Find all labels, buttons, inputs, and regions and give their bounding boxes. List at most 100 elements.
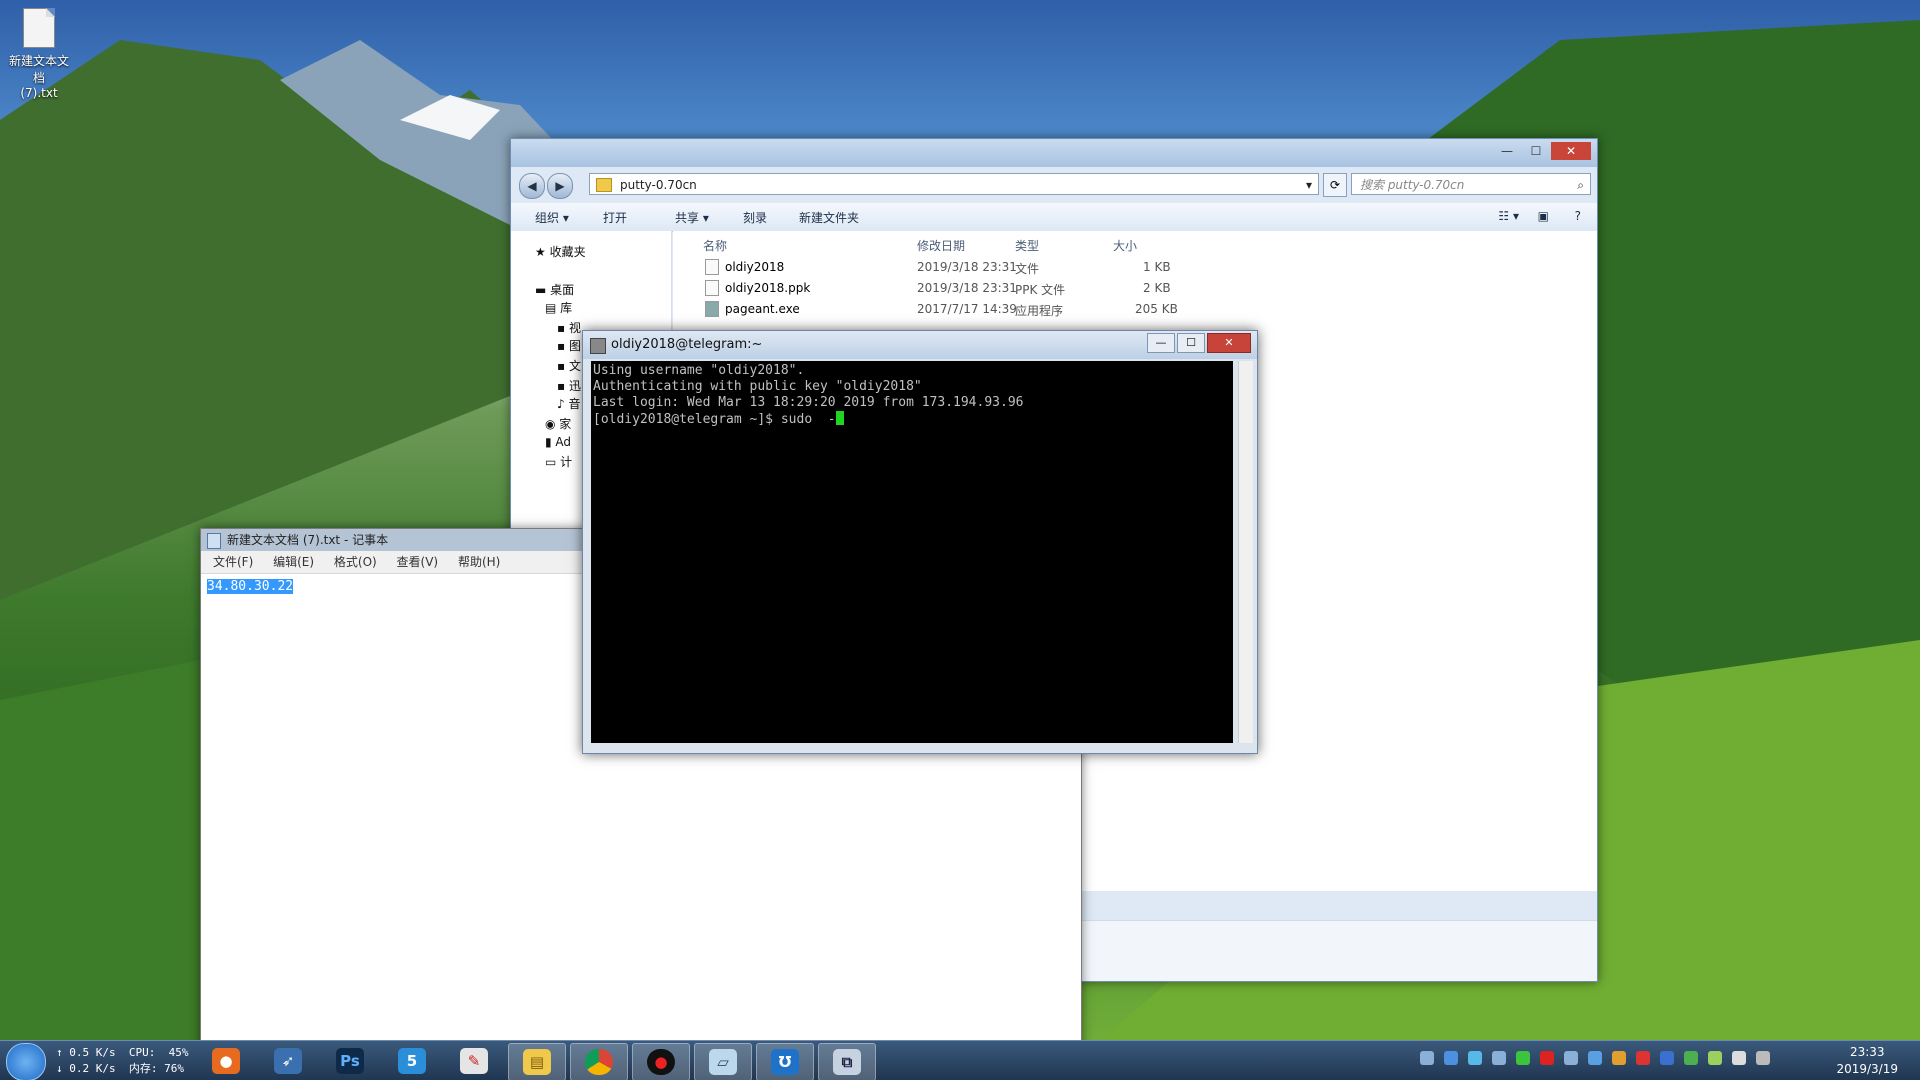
minimize-button[interactable]: — bbox=[1147, 333, 1175, 353]
tray-chart-icon[interactable] bbox=[1612, 1051, 1626, 1065]
back-button[interactable]: ◀ bbox=[519, 173, 545, 199]
open-button[interactable]: 打开 bbox=[603, 209, 627, 226]
tray-bluetooth-icon[interactable] bbox=[1660, 1051, 1674, 1065]
desktop-file-icon[interactable]: 新建文本文档 (7).txt bbox=[4, 8, 74, 100]
search-input[interactable]: 搜索 putty-0.70cn ⌕ bbox=[1351, 173, 1591, 195]
file-explorer-icon: ▤ bbox=[523, 1049, 551, 1075]
address-bar[interactable]: putty-0.70cn ▾ bbox=[589, 173, 1319, 195]
taskbar-u-app[interactable]: Ʊ bbox=[756, 1043, 814, 1080]
nav-homegroup[interactable]: ◉ 家 bbox=[545, 415, 571, 432]
folder-icon bbox=[596, 178, 612, 192]
menu-file[interactable]: 文件(F) bbox=[213, 555, 253, 569]
forward-button[interactable]: ▶ bbox=[547, 173, 573, 199]
new-folder-button[interactable]: 新建文件夹 bbox=[799, 209, 859, 226]
menu-format[interactable]: 格式(O) bbox=[334, 555, 377, 569]
tray-play-icon[interactable] bbox=[1516, 1051, 1530, 1065]
col-size[interactable]: 大小 bbox=[1113, 237, 1137, 254]
tray-shield-icon[interactable] bbox=[1636, 1051, 1650, 1065]
menu-help[interactable]: 帮助(H) bbox=[458, 555, 500, 569]
search-icon: ⌕ bbox=[1577, 178, 1584, 192]
taskbar-firefox[interactable]: ● bbox=[198, 1043, 254, 1079]
nav-favorites[interactable]: ★ 收藏夹 bbox=[535, 243, 586, 260]
taskbar-swift[interactable]: ➶ bbox=[260, 1043, 316, 1079]
close-button[interactable]: ✕ bbox=[1551, 142, 1591, 160]
menu-view[interactable]: 查看(V) bbox=[397, 555, 439, 569]
tray-cloud-icon[interactable] bbox=[1564, 1051, 1578, 1065]
tray-search-icon[interactable] bbox=[1468, 1051, 1482, 1065]
col-date[interactable]: 修改日期 bbox=[917, 237, 965, 254]
terminal-line: Using username "oldiy2018". bbox=[593, 363, 805, 378]
notepad-icon bbox=[207, 533, 221, 549]
file-date: 2019/3/18 23:31 bbox=[917, 281, 1017, 295]
maximize-button[interactable]: ☐ bbox=[1177, 333, 1205, 353]
taskbar: ↑ 0.5 K/s CPU: 45% ↓ 0.2 K/s 内存: 76% ● ➶ … bbox=[0, 1040, 1920, 1080]
taskbar-s-app[interactable]: 5 bbox=[384, 1043, 440, 1079]
refresh-button[interactable]: ⟳ bbox=[1323, 173, 1347, 197]
tray-help-icon[interactable] bbox=[1444, 1051, 1458, 1065]
desktop: 新建文本文档 (7).txt — ☐ ✕ ◀ ▶ putty-0.70cn ▾ … bbox=[0, 0, 1920, 1080]
chevron-down-icon[interactable]: ▾ bbox=[1306, 174, 1312, 196]
putty-titlebar: oldiy2018@telegram:~ — ☐ ✕ bbox=[583, 331, 1257, 359]
nav-pictures[interactable]: ▪ 图 bbox=[557, 337, 581, 354]
nav-libraries[interactable]: ▤ 库 bbox=[545, 299, 572, 316]
taskbar-photoshop[interactable]: Ps bbox=[322, 1043, 378, 1079]
taskbar-notepad[interactable]: ▱ bbox=[694, 1043, 752, 1080]
file-row[interactable]: pageant.exe 2017/7/17 14:39 应用程序 205 KB bbox=[673, 299, 1597, 319]
maximize-button[interactable]: ☐ bbox=[1522, 142, 1550, 160]
tray-battery-icon[interactable] bbox=[1708, 1051, 1722, 1065]
pdf-icon: ✎ bbox=[460, 1048, 488, 1074]
putty-title: oldiy2018@telegram:~ bbox=[611, 337, 763, 352]
file-row[interactable]: oldiy2018 2019/3/18 23:31 文件 1 KB bbox=[673, 257, 1597, 277]
start-button[interactable] bbox=[6, 1043, 46, 1080]
terminal-output[interactable]: Using username "oldiy2018". Authenticatin… bbox=[591, 361, 1233, 743]
share-button[interactable]: 共享 ▾ bbox=[675, 209, 709, 226]
nav-videos[interactable]: ▪ 视 bbox=[557, 319, 581, 336]
nav-desktop[interactable]: ▬ 桌面 bbox=[535, 281, 574, 298]
menu-edit[interactable]: 编辑(E) bbox=[273, 555, 314, 569]
taskbar-chrome[interactable] bbox=[570, 1043, 628, 1080]
file-name: oldiy2018.ppk bbox=[725, 281, 811, 295]
taskbar-clock[interactable]: 23:33 2019/3/19 bbox=[1836, 1044, 1898, 1078]
tray-record-icon[interactable] bbox=[1540, 1051, 1554, 1065]
tray-volume-icon[interactable] bbox=[1732, 1051, 1746, 1065]
terminal-scrollbar[interactable] bbox=[1238, 361, 1253, 743]
upload-stat: ↑ 0.5 K/s CPU: 45% bbox=[56, 1046, 189, 1059]
terminal-cursor bbox=[835, 411, 844, 425]
putty-icon bbox=[590, 338, 606, 354]
organize-button[interactable]: 组织 ▾ bbox=[535, 209, 569, 226]
terminal-prompt-line: [oldiy2018@telegram ~]$ sudo - bbox=[593, 411, 1231, 428]
selected-ip-text[interactable]: 34.80.30.22 bbox=[207, 579, 294, 594]
tray-keyboard-icon[interactable] bbox=[1420, 1051, 1434, 1065]
taskbar-putty[interactable]: ⧉ bbox=[818, 1043, 876, 1080]
taskbar-pdf[interactable]: ✎ bbox=[446, 1043, 502, 1079]
file-date: 2019/3/18 23:31 bbox=[917, 260, 1017, 274]
burn-button[interactable]: 刻录 bbox=[743, 209, 767, 226]
tray-network-icon[interactable] bbox=[1588, 1051, 1602, 1065]
nav-music[interactable]: ♪ 音 bbox=[557, 395, 581, 412]
taskbar-explorer[interactable]: ▤ bbox=[508, 1043, 566, 1080]
nav-documents[interactable]: ▪ 文 bbox=[557, 357, 581, 374]
taskbar-recorder[interactable]: ● bbox=[632, 1043, 690, 1080]
notepad-title: 新建文本文档 (7).txt - 记事本 bbox=[227, 533, 389, 547]
col-type[interactable]: 类型 bbox=[1015, 237, 1039, 254]
help-icon[interactable]: ? bbox=[1575, 209, 1581, 223]
photoshop-icon: Ps bbox=[336, 1048, 364, 1074]
clock-time: 23:33 bbox=[1849, 1045, 1885, 1059]
tray-window-icon[interactable] bbox=[1492, 1051, 1506, 1065]
putty-window: oldiy2018@telegram:~ — ☐ ✕ Using usernam… bbox=[582, 330, 1258, 754]
col-name[interactable]: 名称 bbox=[703, 237, 727, 254]
file-type: 文件 bbox=[1015, 262, 1040, 276]
nav-computer[interactable]: ▭ 计 bbox=[545, 453, 572, 470]
close-button[interactable]: ✕ bbox=[1207, 333, 1251, 353]
file-row[interactable]: oldiy2018.ppk 2019/3/18 23:31 PPK 文件 2 K… bbox=[673, 278, 1597, 298]
nav-admin[interactable]: ▮ Ad bbox=[545, 435, 571, 449]
view-options-icon[interactable]: ☷ ▾ bbox=[1498, 209, 1519, 223]
minimize-button[interactable]: — bbox=[1493, 142, 1521, 160]
file-size: 2 KB bbox=[1143, 281, 1171, 295]
nav-thunder[interactable]: ▪ 迅 bbox=[557, 377, 581, 394]
file-name: oldiy2018 bbox=[725, 260, 785, 274]
search-placeholder: 搜索 putty-0.70cn bbox=[1360, 178, 1465, 192]
tray-chrome-icon[interactable] bbox=[1684, 1051, 1698, 1065]
tray-flag-icon[interactable] bbox=[1756, 1051, 1770, 1065]
preview-pane-icon[interactable]: ▣ bbox=[1538, 209, 1549, 223]
